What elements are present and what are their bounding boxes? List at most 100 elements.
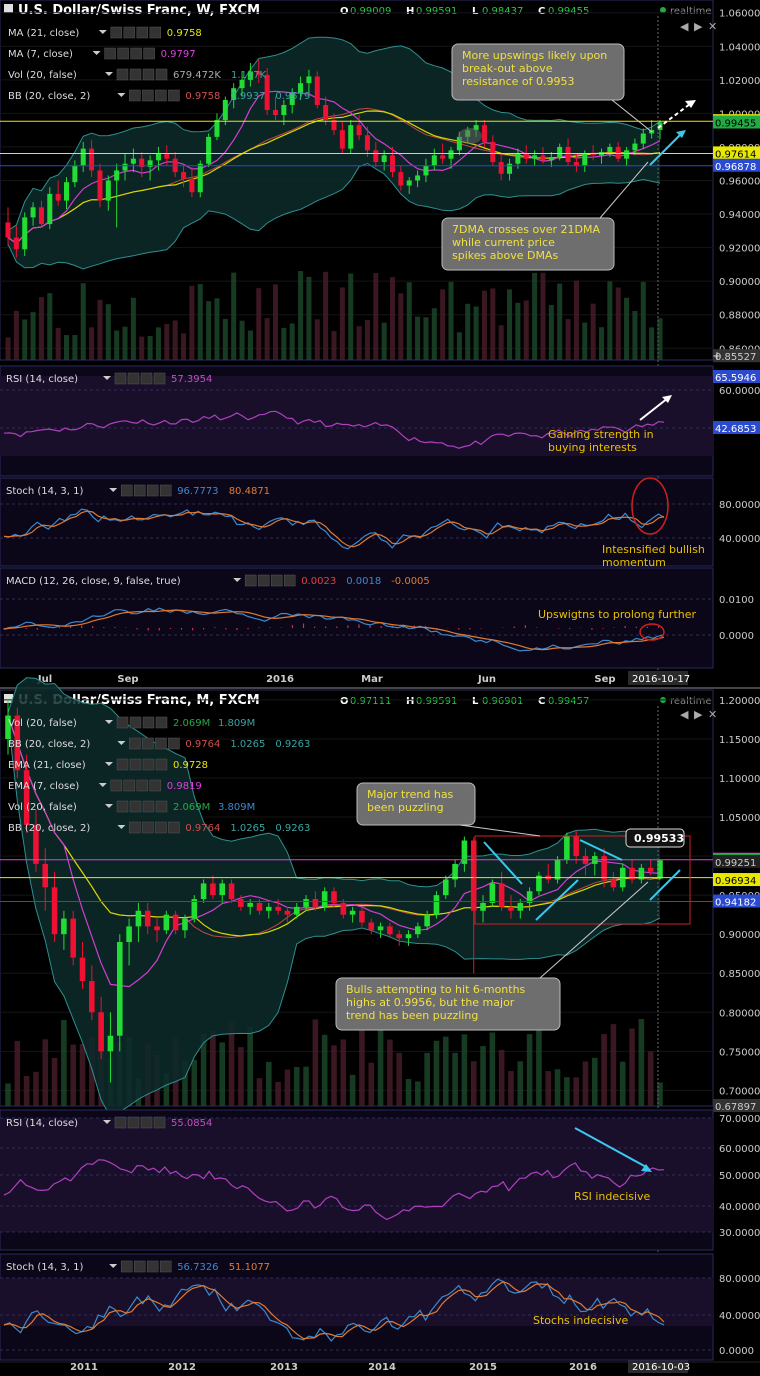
indicator-tool-icon-1[interactable] (142, 89, 154, 102)
indicator-tool-icon-0[interactable] (110, 26, 123, 39)
panel-tool-icon-1[interactable] (257, 574, 270, 587)
panel-tool-icon-2[interactable] (140, 1116, 153, 1129)
indicator-tool-icon-0[interactable] (116, 758, 129, 771)
volume-bar (5, 1083, 11, 1106)
price-tick-label: 1.02000 (719, 76, 760, 87)
panel-tool-icon-0[interactable] (244, 574, 257, 587)
pane-control-icon[interactable]: ✕ (708, 708, 717, 721)
indicator-legend-row[interactable]: BB (20, close, 2) 0.9758 0.9937 0.9579 (8, 89, 310, 102)
candle-body (415, 175, 421, 181)
indicator-tool-icon-3[interactable] (149, 26, 162, 39)
indicator-tool-icon-0[interactable] (116, 716, 129, 729)
symbol-collapse-icon[interactable] (4, 4, 13, 13)
panel-tool-icon-0[interactable] (114, 372, 127, 385)
panel-tool-icon-0[interactable] (114, 1116, 127, 1129)
indicator-tool-icon-2[interactable] (155, 89, 167, 102)
panel-tool-icon-2[interactable] (146, 1260, 159, 1273)
pane-control-icon[interactable]: ◀ (680, 708, 689, 721)
indicator-tool-icon-1[interactable] (123, 779, 136, 792)
indicator-tool-icon-3[interactable] (149, 779, 162, 792)
indicator-tool-icon-0[interactable] (116, 68, 129, 81)
volume-bar (470, 1061, 477, 1106)
indicator-tool-icon-2[interactable] (142, 716, 155, 729)
indicator-tool-icon-2[interactable] (142, 800, 155, 813)
panel-price-label: 42.6853 (715, 424, 756, 435)
volume-bar (323, 271, 329, 360)
panel-label: Stoch (14, 3, 1) (6, 486, 83, 497)
panel-tool-icon-1[interactable] (133, 484, 146, 497)
indicator-tool-icon-0[interactable] (110, 779, 123, 792)
panel-tool-icon-1[interactable] (127, 1116, 140, 1129)
indicator-legend-row[interactable]: Vol (20, false) 2.069M 3.809M (8, 800, 255, 813)
indicator-tool-icon-2[interactable] (155, 737, 167, 750)
indicator-tool-icon-0[interactable] (129, 737, 141, 750)
panel-tick-label: 60.0000 (719, 1144, 760, 1155)
indicator-tool-icon-3[interactable] (155, 716, 168, 729)
panel-tool-icon-2[interactable] (270, 574, 283, 587)
indicator-tool-icon-0[interactable] (129, 89, 141, 102)
indicator-tool-icon-3[interactable] (168, 737, 180, 750)
candle-body (532, 155, 538, 159)
indicator-tool-icon-2[interactable] (130, 47, 142, 60)
volume-bar (219, 1042, 226, 1106)
volume-bar (61, 1019, 67, 1106)
indicator-tool-icon-2[interactable] (136, 779, 149, 792)
panel-tool-icon-2[interactable] (140, 372, 153, 385)
indicator-tool-icon-0[interactable] (116, 800, 129, 813)
volume-bar (448, 281, 454, 360)
indicator-tool-icon-1[interactable] (142, 737, 154, 750)
price-tick-label: 0.96000 (719, 176, 760, 187)
indicator-tool-icon-3[interactable] (143, 47, 155, 60)
panel-tick-label: 40.0000 (719, 1311, 760, 1322)
pane-control-icon[interactable]: ▶ (694, 20, 703, 33)
indicator-tool-icon-1[interactable] (129, 716, 142, 729)
indicator-tool-icon-3[interactable] (168, 89, 180, 102)
indicator-tool-icon-1[interactable] (129, 758, 142, 771)
panel-tool-icon-3[interactable] (153, 1116, 166, 1129)
panel-tool-icon-3[interactable] (153, 372, 166, 385)
pane-control-icon[interactable]: ✕ (708, 20, 717, 33)
candle-body (98, 1012, 104, 1052)
panel-tool-icon-3[interactable] (159, 1260, 172, 1273)
panel-tool-icon-3[interactable] (159, 484, 172, 497)
x-axis-label: 2012 (168, 1362, 196, 1373)
indicator-legend-row[interactable]: BB (20, close, 2) 0.9764 1.0265 0.9263 (8, 737, 310, 750)
indicator-value: 0.9263 (275, 823, 310, 834)
indicator-tool-icon-3[interactable] (155, 68, 168, 81)
panel-tool-icon-1[interactable] (133, 1260, 146, 1273)
indicator-tool-icon-3[interactable] (155, 800, 168, 813)
indicator-tool-icon-3[interactable] (168, 821, 180, 834)
indicator-tool-icon-1[interactable] (123, 26, 136, 39)
indicator-tool-icon-2[interactable] (142, 68, 155, 81)
indicator-tool-icon-1[interactable] (129, 68, 142, 81)
volume-bar (97, 299, 103, 360)
panel-tool-icon-1[interactable] (127, 372, 140, 385)
indicator-tool-icon-0[interactable] (129, 821, 141, 834)
indicator-tool-icon-0[interactable] (104, 47, 116, 60)
indicator-tool-icon-1[interactable] (117, 47, 129, 60)
indicator-value: 1.117K (231, 70, 267, 81)
volume-bar (396, 1052, 402, 1106)
indicator-tool-icon-2[interactable] (142, 758, 155, 771)
volume-bar (431, 308, 437, 360)
pane-control-icon[interactable]: ◀ (680, 20, 689, 33)
indicator-legend-row[interactable]: BB (20, close, 2) 0.9764 1.0265 0.9263 (8, 821, 310, 834)
indicator-tool-icon-3[interactable] (155, 758, 168, 771)
chart-root: U.S. Dollar/Swiss Franc, W, FXCM O 0.99009… (0, 0, 760, 1376)
pane-resize-icon[interactable]: + (712, 349, 722, 363)
indicator-tool-icon-1[interactable] (142, 821, 154, 834)
ohlc-value-L: 0.96901 (482, 696, 523, 707)
indicator-legend-row[interactable]: Vol (20, false) 2.069M 1.809M (8, 716, 255, 729)
pane-control-icon[interactable]: ▶ (694, 708, 703, 721)
indicator-tool-icon-2[interactable] (155, 821, 167, 834)
panel-tool-icon-0[interactable] (120, 1260, 133, 1273)
panel-tool-icon-0[interactable] (120, 484, 133, 497)
volume-bar (498, 325, 504, 360)
indicator-tool-icon-2[interactable] (136, 26, 149, 39)
indicator-tool-icon-1[interactable] (129, 800, 142, 813)
volume-bar (508, 1070, 514, 1106)
candle-body (51, 887, 58, 935)
panel-tool-icon-3[interactable] (283, 574, 296, 587)
volume-bar (122, 326, 128, 360)
panel-tool-icon-2[interactable] (146, 484, 159, 497)
